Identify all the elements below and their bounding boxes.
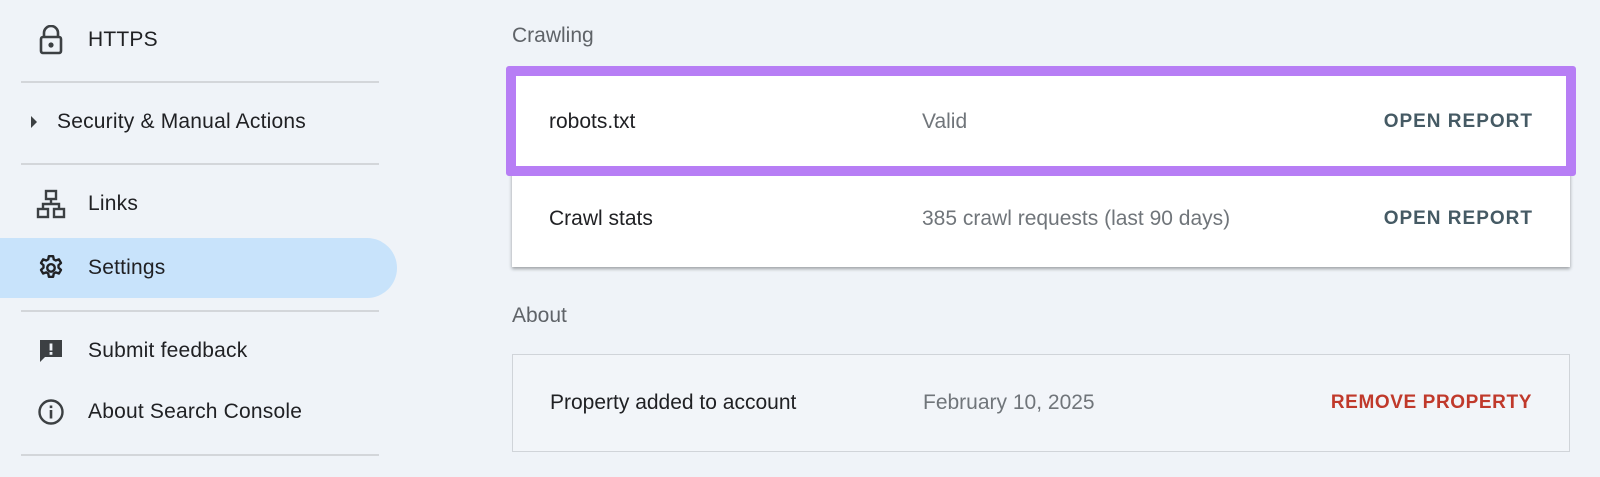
row-name: robots.txt [549,110,636,133]
info-icon [36,397,66,427]
open-report-button[interactable]: OPEN REPORT [1384,111,1533,133]
sidebar-item-submit-feedback[interactable]: Submit feedback [0,321,397,381]
sidebar-item-https[interactable]: HTTPS [0,10,397,70]
sidebar-item-label: Submit feedback [88,339,248,362]
sidebar-item-settings[interactable]: Settings [0,238,397,298]
section-title-crawling: Crawling [512,24,594,47]
sidebar-divider [21,81,379,83]
row-name: Property added to account [550,391,797,414]
caret-right-icon [31,116,37,128]
crawling-row-robots-txt: robots.txt Valid OPEN REPORT [512,74,1570,170]
feedback-icon [36,336,66,366]
links-icon [36,189,66,219]
sidebar-divider [21,454,379,456]
row-value: February 10, 2025 [923,391,1095,414]
crawling-row-crawl-stats: Crawl stats 385 crawl requests (last 90 … [512,171,1570,267]
sidebar-item-label: HTTPS [88,28,158,51]
sidebar-item-label: About Search Console [88,400,303,423]
search-console-settings-page: HTTPS Security & Manual Actions Links Se… [0,0,1600,477]
row-value: 385 crawl requests (last 90 days) [922,207,1231,230]
row-value: Valid [922,110,968,133]
sidebar-item-label: Security & Manual Actions [57,110,306,133]
gear-icon [36,253,66,283]
sidebar-item-about-search-console[interactable]: About Search Console [0,382,397,442]
lock-icon [36,25,66,55]
sidebar-item-links[interactable]: Links [0,174,397,234]
sidebar-item-security-manual-actions[interactable]: Security & Manual Actions [0,92,397,152]
row-name: Crawl stats [549,207,653,230]
sidebar: HTTPS Security & Manual Actions Links Se… [0,0,400,477]
remove-property-button[interactable]: REMOVE PROPERTY [1331,392,1532,414]
about-row-property-added: Property added to account February 10, 2… [512,354,1570,452]
section-title-about: About [512,304,567,327]
sidebar-item-label: Settings [88,256,166,279]
sidebar-divider [21,163,379,165]
open-report-button[interactable]: OPEN REPORT [1384,208,1533,230]
sidebar-item-label: Links [88,192,139,215]
sidebar-divider [21,310,379,312]
